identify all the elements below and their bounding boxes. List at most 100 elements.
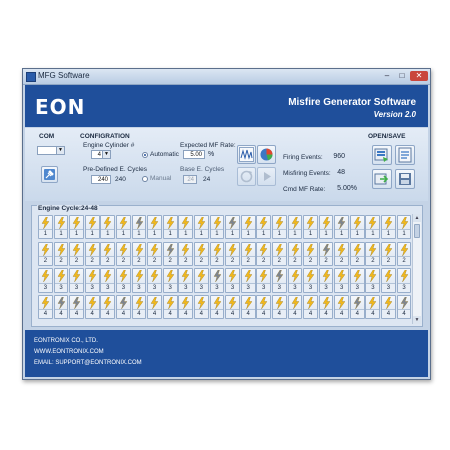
cylinder-firing[interactable]: 4 <box>178 295 194 320</box>
cylinder-firing[interactable]: 3 <box>193 268 209 293</box>
cylinder-firing[interactable]: 3 <box>240 268 256 293</box>
cylinder-firing[interactable]: 2 <box>396 241 412 266</box>
cylinder-firing[interactable]: 3 <box>225 268 240 293</box>
cylinder-firing[interactable]: 2 <box>178 241 194 266</box>
cylinder-misfire[interactable]: 4 <box>396 295 412 320</box>
cylinder-firing[interactable]: 1 <box>318 215 334 240</box>
cylinder-firing[interactable]: 2 <box>131 241 147 266</box>
cylinder-firing[interactable]: 3 <box>396 268 412 293</box>
cylinder-misfire[interactable]: 2 <box>162 241 178 266</box>
cylinder-firing[interactable]: 4 <box>318 295 334 320</box>
cylinder-firing[interactable]: 4 <box>209 295 225 320</box>
cylinder-firing[interactable]: 4 <box>193 295 209 320</box>
chevron-down-icon[interactable]: ▼ <box>102 151 110 158</box>
cylinder-firing[interactable]: 2 <box>147 241 162 266</box>
cylinder-firing[interactable]: 2 <box>209 241 225 266</box>
cylinder-firing[interactable]: 1 <box>147 215 162 240</box>
maximize-button[interactable]: □ <box>395 71 409 81</box>
cylinder-firing[interactable]: 1 <box>396 215 412 240</box>
waveform-button[interactable] <box>237 145 256 164</box>
cylinder-firing[interactable]: 3 <box>178 268 194 293</box>
cylinder-firing[interactable]: 4 <box>271 295 287 320</box>
cylinder-firing[interactable]: 2 <box>53 241 69 266</box>
cylinder-firing[interactable]: 3 <box>131 268 147 293</box>
cylinder-firing[interactable]: 1 <box>240 215 256 240</box>
scroll-thumb[interactable] <box>414 224 420 238</box>
cylinder-firing[interactable]: 2 <box>381 241 396 266</box>
cylinder-firing[interactable]: 2 <box>240 241 256 266</box>
cylinder-firing[interactable]: 3 <box>349 268 365 293</box>
cylinder-firing[interactable]: 1 <box>209 215 225 240</box>
cylinder-firing[interactable]: 1 <box>287 215 303 240</box>
cylinder-misfire[interactable]: 1 <box>225 215 240 240</box>
cylinder-firing[interactable]: 3 <box>365 268 381 293</box>
close-button[interactable]: ✕ <box>410 71 428 81</box>
engine-cylinder-select[interactable]: 4 ▼ <box>91 150 111 159</box>
cylinder-firing[interactable]: 3 <box>256 268 272 293</box>
cylinder-firing[interactable]: 1 <box>84 215 100 240</box>
com-port-select[interactable]: ▼ <box>37 146 65 155</box>
cylinder-firing[interactable]: 4 <box>84 295 100 320</box>
cylinder-firing[interactable]: 2 <box>349 241 365 266</box>
cylinder-misfire[interactable]: 3 <box>209 268 225 293</box>
cylinder-firing[interactable]: 3 <box>162 268 178 293</box>
cylinder-firing[interactable]: 4 <box>147 295 162 320</box>
cycle-scrollbar[interactable]: ▲ ▼ <box>412 214 421 324</box>
cylinder-firing[interactable]: 4 <box>381 295 396 320</box>
cylinder-misfire[interactable]: 4 <box>349 295 365 320</box>
cylinder-firing[interactable]: 3 <box>84 268 100 293</box>
cylinder-misfire[interactable]: 1 <box>334 215 350 240</box>
cylinder-firing[interactable]: 3 <box>318 268 334 293</box>
cylinder-firing[interactable]: 2 <box>271 241 287 266</box>
cylinder-firing[interactable]: 2 <box>100 241 116 266</box>
cylinder-firing[interactable]: 4 <box>334 295 350 320</box>
pie-chart-button[interactable] <box>257 145 276 164</box>
cylinder-misfire[interactable]: 3 <box>271 268 287 293</box>
cylinder-firing[interactable]: 4 <box>225 295 240 320</box>
cylinder-firing[interactable]: 4 <box>256 295 272 320</box>
connect-button[interactable] <box>41 166 58 183</box>
cylinder-firing[interactable]: 3 <box>69 268 84 293</box>
cylinder-firing[interactable]: 1 <box>381 215 396 240</box>
cylinder-firing[interactable]: 3 <box>115 268 131 293</box>
cylinder-firing[interactable]: 2 <box>69 241 84 266</box>
export-button[interactable] <box>372 169 392 189</box>
minimize-button[interactable]: – <box>380 71 394 81</box>
cylinder-firing[interactable]: 3 <box>38 268 53 293</box>
cylinder-firing[interactable]: 1 <box>349 215 365 240</box>
cylinder-firing[interactable]: 1 <box>271 215 287 240</box>
cylinder-firing[interactable]: 4 <box>303 295 318 320</box>
cylinder-firing[interactable]: 1 <box>162 215 178 240</box>
cylinder-firing[interactable]: 1 <box>193 215 209 240</box>
cylinder-firing[interactable]: 3 <box>53 268 69 293</box>
cylinder-firing[interactable]: 1 <box>178 215 194 240</box>
cylinder-misfire[interactable]: 4 <box>53 295 69 320</box>
cylinder-firing[interactable]: 2 <box>365 241 381 266</box>
cylinder-misfire[interactable]: 2 <box>318 241 334 266</box>
cylinder-firing[interactable]: 4 <box>287 295 303 320</box>
open-list-button[interactable] <box>395 145 415 165</box>
cylinder-firing[interactable]: 2 <box>256 241 272 266</box>
cylinder-firing[interactable]: 1 <box>303 215 318 240</box>
manual-radio[interactable] <box>142 176 148 182</box>
expected-mf-rate-field[interactable]: 5.00 <box>183 150 205 159</box>
cylinder-firing[interactable]: 2 <box>193 241 209 266</box>
reset-button[interactable] <box>237 167 256 186</box>
cylinder-firing[interactable]: 2 <box>225 241 240 266</box>
cylinder-firing[interactable]: 2 <box>84 241 100 266</box>
cylinder-firing[interactable]: 3 <box>147 268 162 293</box>
base-cycles-field[interactable]: 24 <box>183 175 197 184</box>
cylinder-firing[interactable]: 3 <box>381 268 396 293</box>
cylinder-firing[interactable]: 2 <box>287 241 303 266</box>
cylinder-firing[interactable]: 1 <box>256 215 272 240</box>
cylinder-misfire[interactable]: 4 <box>69 295 84 320</box>
cylinder-misfire[interactable]: 1 <box>131 215 147 240</box>
cylinder-firing[interactable]: 2 <box>303 241 318 266</box>
cylinder-misfire[interactable]: 4 <box>115 295 131 320</box>
cylinder-firing[interactable]: 3 <box>100 268 116 293</box>
cylinder-firing[interactable]: 1 <box>69 215 84 240</box>
cylinder-firing[interactable]: 3 <box>334 268 350 293</box>
predefined-cycles-field[interactable]: 240 <box>91 175 111 184</box>
automatic-radio[interactable] <box>142 152 148 158</box>
cylinder-firing[interactable]: 2 <box>38 241 53 266</box>
